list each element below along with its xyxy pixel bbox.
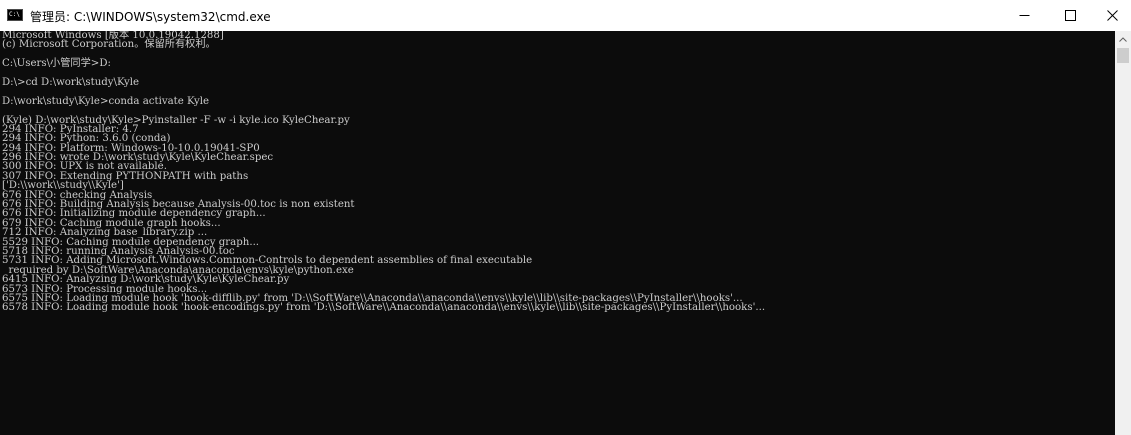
console-line: D:\>cd D:\work\study\Kyle [2,76,139,88]
close-icon [1107,10,1118,21]
console-text: Microsoft Windows [版本 10.0.19042.1288] (c… [2,31,765,313]
scroll-thumb[interactable] [1117,48,1129,63]
app-icon-label: C:\ [9,11,20,18]
minimize-button[interactable] [1006,0,1043,31]
console-line: 6578 INFO: Loading module hook 'hook-enc… [2,302,766,314]
console-output[interactable]: Microsoft Windows [版本 10.0.19042.1288] (c… [0,31,1115,435]
maximize-icon [1065,10,1076,21]
minimize-icon [1019,15,1030,16]
cmd-app-icon[interactable]: C:\ [7,9,23,21]
console-line: (c) Microsoft Corporation。保留所有权利。 [2,39,216,51]
maximize-button[interactable] [1052,0,1089,31]
console-line: D:\work\study\Kyle>conda activate Kyle [2,95,210,107]
cmd-window: C:\ 管理员: C:\WINDOWS\system32\cmd.exe Mic… [0,0,1131,435]
scroll-up-button[interactable] [1115,31,1131,47]
title-bar[interactable]: C:\ 管理员: C:\WINDOWS\system32\cmd.exe [0,0,1131,31]
chevron-up-icon [1119,36,1127,42]
close-button[interactable] [1094,0,1131,31]
window-title: 管理员: C:\WINDOWS\system32\cmd.exe [30,10,271,24]
console-line: C:\Users\小管同学>D: [2,58,111,70]
vertical-scrollbar[interactable] [1115,31,1131,435]
